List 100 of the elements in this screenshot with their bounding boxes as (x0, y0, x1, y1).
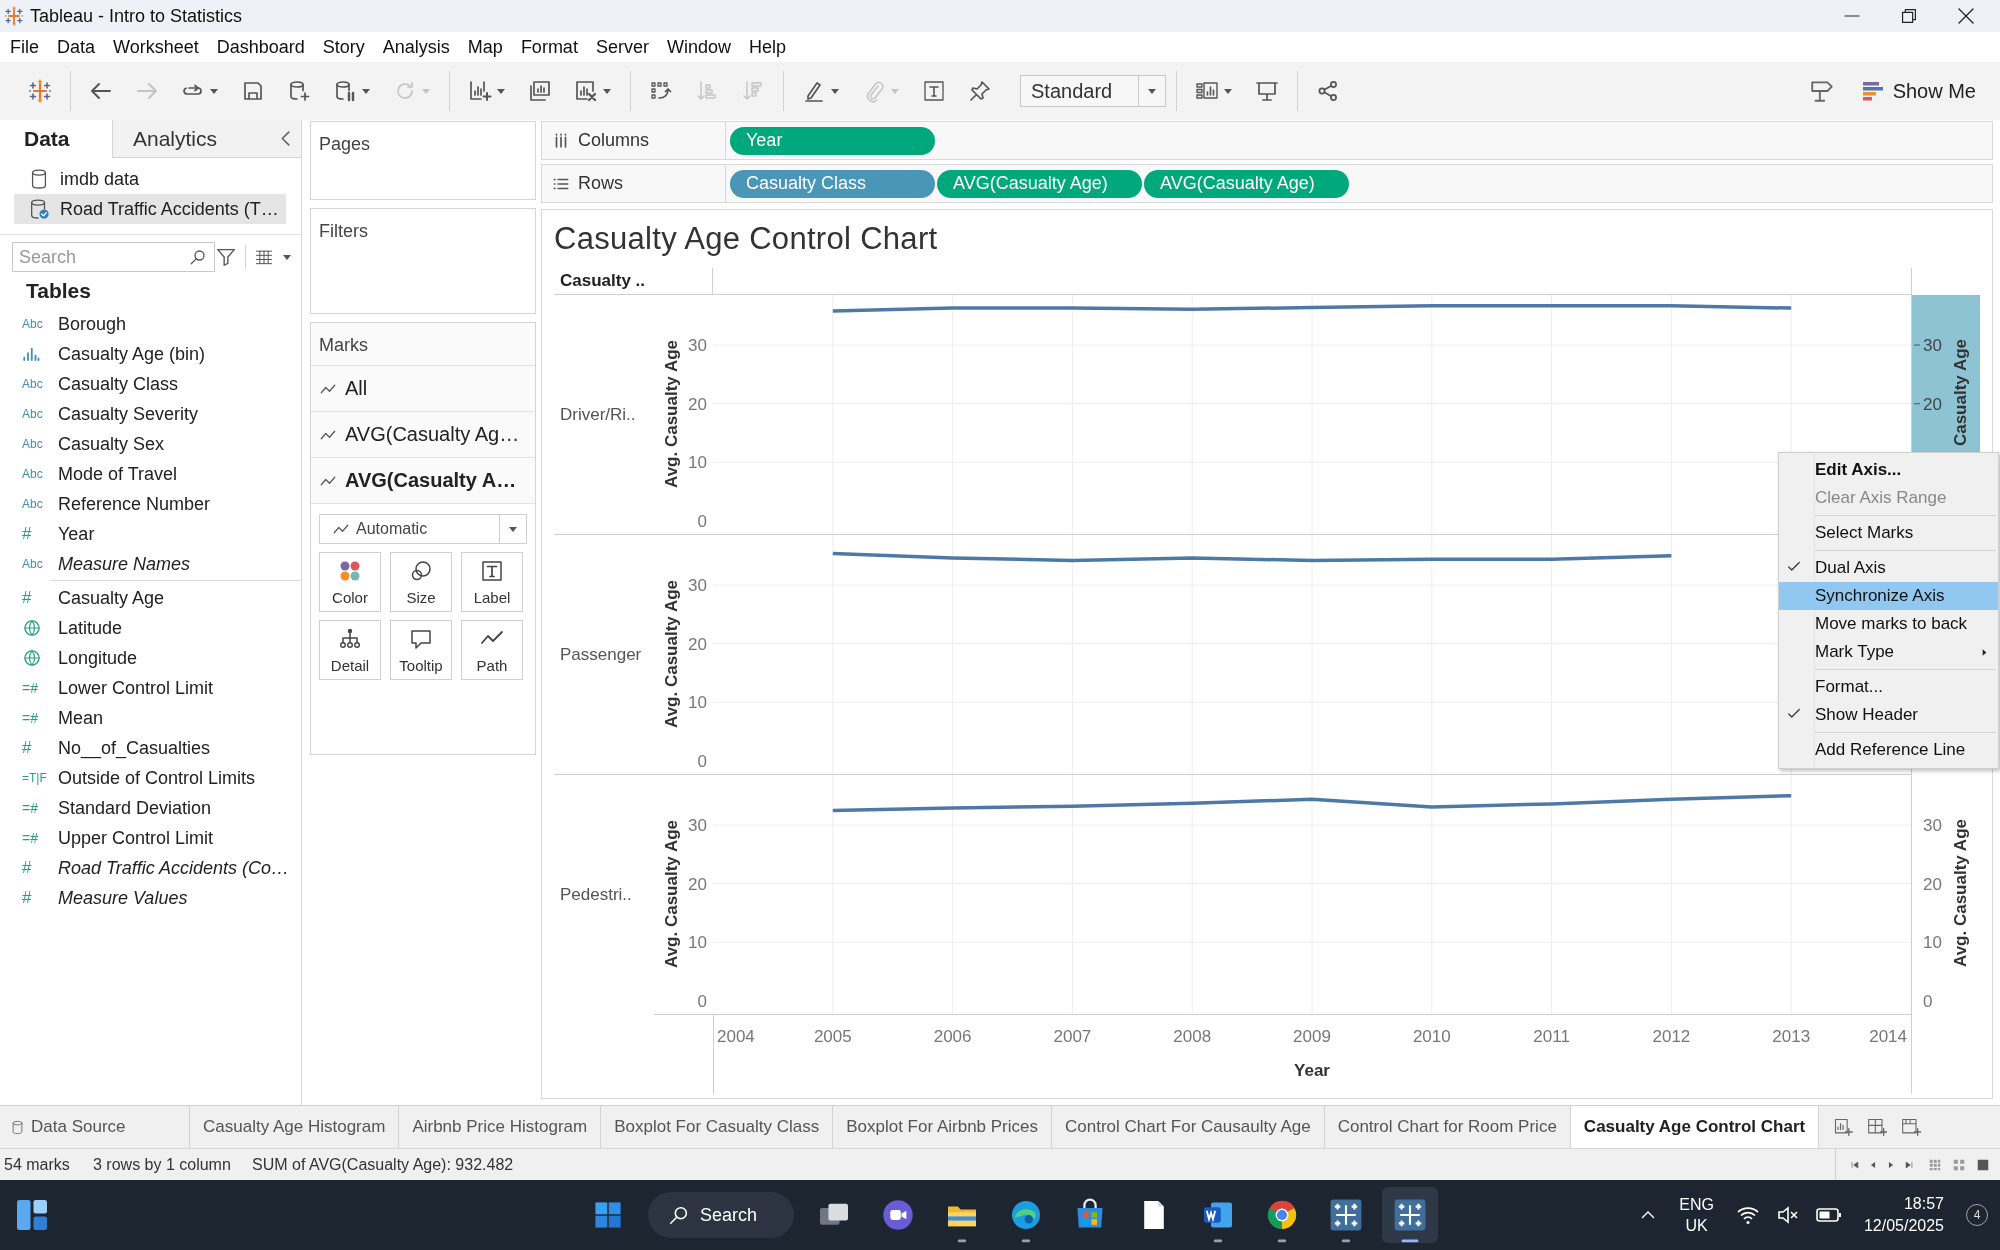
field-item[interactable]: =# Standard Deviation (0, 793, 301, 823)
field-type-label: =# (22, 680, 38, 696)
presentation-icon[interactable] (1255, 79, 1279, 103)
widgets-icon[interactable] (14, 1197, 50, 1233)
label-button[interactable]: Label (461, 552, 523, 612)
tooltip-button[interactable]: Tooltip (390, 620, 452, 680)
menu-item[interactable]: Synchronize Axis (1779, 582, 1998, 610)
axis-tick-label: 2009 (1293, 1027, 1331, 1046)
path-button[interactable]: Path (461, 620, 523, 680)
field-item[interactable]: Abc Casualty Class (0, 369, 301, 399)
database-plus-icon[interactable] (287, 79, 311, 103)
chart-copy-icon[interactable] (528, 79, 552, 103)
mark-type-dropdown[interactable]: Automatic (319, 514, 527, 544)
new-sheet-icon[interactable] (1833, 1117, 1854, 1137)
row-header: Pedestri.. (554, 774, 654, 1014)
field-item[interactable]: =T|F Outside of Control Limits (0, 763, 301, 793)
menu-item[interactable]: Select Marks (1779, 519, 1998, 547)
field-item[interactable]: Abc Casualty Severity (0, 399, 301, 429)
field-item[interactable]: Abc Measure Names (0, 549, 301, 579)
cross-grid-icon[interactable] (1382, 1187, 1438, 1243)
menu-item[interactable]: Mark Type (1779, 638, 1998, 666)
data-source-item[interactable]: imdb data (14, 164, 286, 194)
field-item[interactable]: =# Mean (0, 703, 301, 733)
text-box-icon[interactable] (922, 79, 946, 103)
field-item[interactable]: # Measure Values (0, 883, 301, 913)
last-page-icon[interactable] (1904, 1159, 1914, 1170)
axis-tick-label: 2008 (1173, 1027, 1212, 1046)
sheet-tab[interactable]: Casualty Age Control Chart (1570, 1106, 1820, 1148)
field-item[interactable]: =# Lower Control Limit (0, 673, 301, 703)
menu-item[interactable]: Show Header (1779, 701, 1998, 729)
chart-clear-icon[interactable] (574, 79, 598, 103)
field-item[interactable]: Latitude (0, 613, 301, 643)
field-item[interactable]: =# Upper Control Limit (0, 823, 301, 853)
menu-item[interactable]: Dashboard (207, 36, 314, 58)
database-pause-icon[interactable] (333, 79, 357, 103)
single-view-icon[interactable] (1976, 1157, 1990, 1172)
caret-icon[interactable] (602, 86, 612, 96)
chart-plus-icon[interactable] (468, 79, 492, 103)
marks-layer-tab[interactable]: AVG(Casualty A… (311, 458, 535, 504)
pin-icon[interactable] (968, 79, 992, 103)
size-button[interactable]: Size (390, 552, 452, 612)
logo-icon[interactable] (28, 79, 52, 103)
field-item[interactable]: # Casualty Age (0, 583, 301, 613)
search-field[interactable]: Search (12, 242, 215, 272)
detail-button[interactable]: Detail (319, 620, 381, 680)
fit-dropdown[interactable]: Standard (1020, 75, 1166, 107)
axis-title: Casualty Age (1951, 339, 1970, 447)
field-item[interactable]: Abc Casualty Sex (0, 429, 301, 459)
caret-icon[interactable] (830, 86, 840, 96)
field-item[interactable]: # No__of_Casualties (0, 733, 301, 763)
field-item[interactable]: Longitude (0, 643, 301, 673)
share-icon[interactable] (1316, 79, 1340, 103)
filter-icon[interactable] (215, 246, 237, 268)
menu-item[interactable]: Edit Axis... (1779, 456, 1998, 484)
field-item[interactable]: Casualty Age (bin) (0, 339, 301, 369)
menu-item[interactable]: Format... (1779, 673, 1998, 701)
menu-item[interactable]: Story (313, 36, 374, 58)
pen-icon[interactable] (802, 79, 826, 103)
menu-item[interactable]: Map (458, 36, 512, 58)
menu-item[interactable]: Add Reference Line (1779, 736, 1998, 764)
pane-tab[interactable]: Analytics (112, 120, 271, 158)
menu-item[interactable]: Format (511, 36, 587, 58)
data-source-item[interactable]: Road Traffic Accidents (T… (14, 194, 286, 224)
caret-icon[interactable] (1223, 86, 1233, 96)
marks-layer-tab[interactable]: All (311, 366, 535, 412)
clock[interactable]: 18:57 12/05/2025 (1863, 1193, 1944, 1237)
menu-item[interactable]: Server (586, 36, 658, 58)
show-me-button[interactable]: Show Me (1854, 75, 1982, 107)
new-dashboard-icon[interactable] (1867, 1117, 1888, 1137)
menu-item[interactable]: Analysis (373, 36, 459, 58)
shelf-label: Columns (542, 122, 726, 159)
field-item[interactable]: Abc Mode of Travel (0, 459, 301, 489)
search-button[interactable]: Search (648, 1192, 794, 1238)
field-item[interactable]: Abc Reference Number (0, 489, 301, 519)
menu-item[interactable]: Help (739, 36, 795, 58)
first-page-icon[interactable] (1850, 1159, 1860, 1170)
menu-item[interactable]: File (1, 36, 48, 58)
tile-view-icon[interactable] (1952, 1157, 1966, 1172)
field-item[interactable]: # Year (0, 519, 301, 549)
color-button[interactable]: Color (319, 552, 381, 612)
field-type-label: # (22, 888, 32, 908)
app-logo-icon (4, 6, 24, 26)
menu-item[interactable]: Dual Axis (1779, 554, 1998, 582)
caret-icon[interactable] (282, 252, 292, 262)
menu-item[interactable]: Window (657, 36, 740, 58)
menu-item[interactable]: Move marks to back (1779, 610, 1998, 638)
menu-item[interactable]: Data (48, 36, 105, 58)
caret-icon[interactable] (209, 86, 219, 96)
marks-layer-tab[interactable]: AVG(Casualty Ag… (311, 412, 535, 458)
signpost-icon[interactable] (1808, 78, 1835, 104)
axis-tick-label: 2006 (933, 1027, 972, 1046)
field-item[interactable]: Abc Borough (0, 309, 301, 339)
menu-item[interactable]: Worksheet (104, 36, 208, 58)
field-item[interactable]: # Road Traffic Accidents (Co… (0, 853, 301, 883)
field-type-label: Abc (22, 407, 43, 421)
new-story-icon[interactable] (1901, 1117, 1922, 1137)
caret-icon[interactable] (361, 86, 371, 96)
save-icon[interactable] (241, 79, 265, 103)
language-indicator[interactable]: ENG UK (1679, 1194, 1714, 1236)
caret-icon[interactable] (496, 86, 506, 96)
